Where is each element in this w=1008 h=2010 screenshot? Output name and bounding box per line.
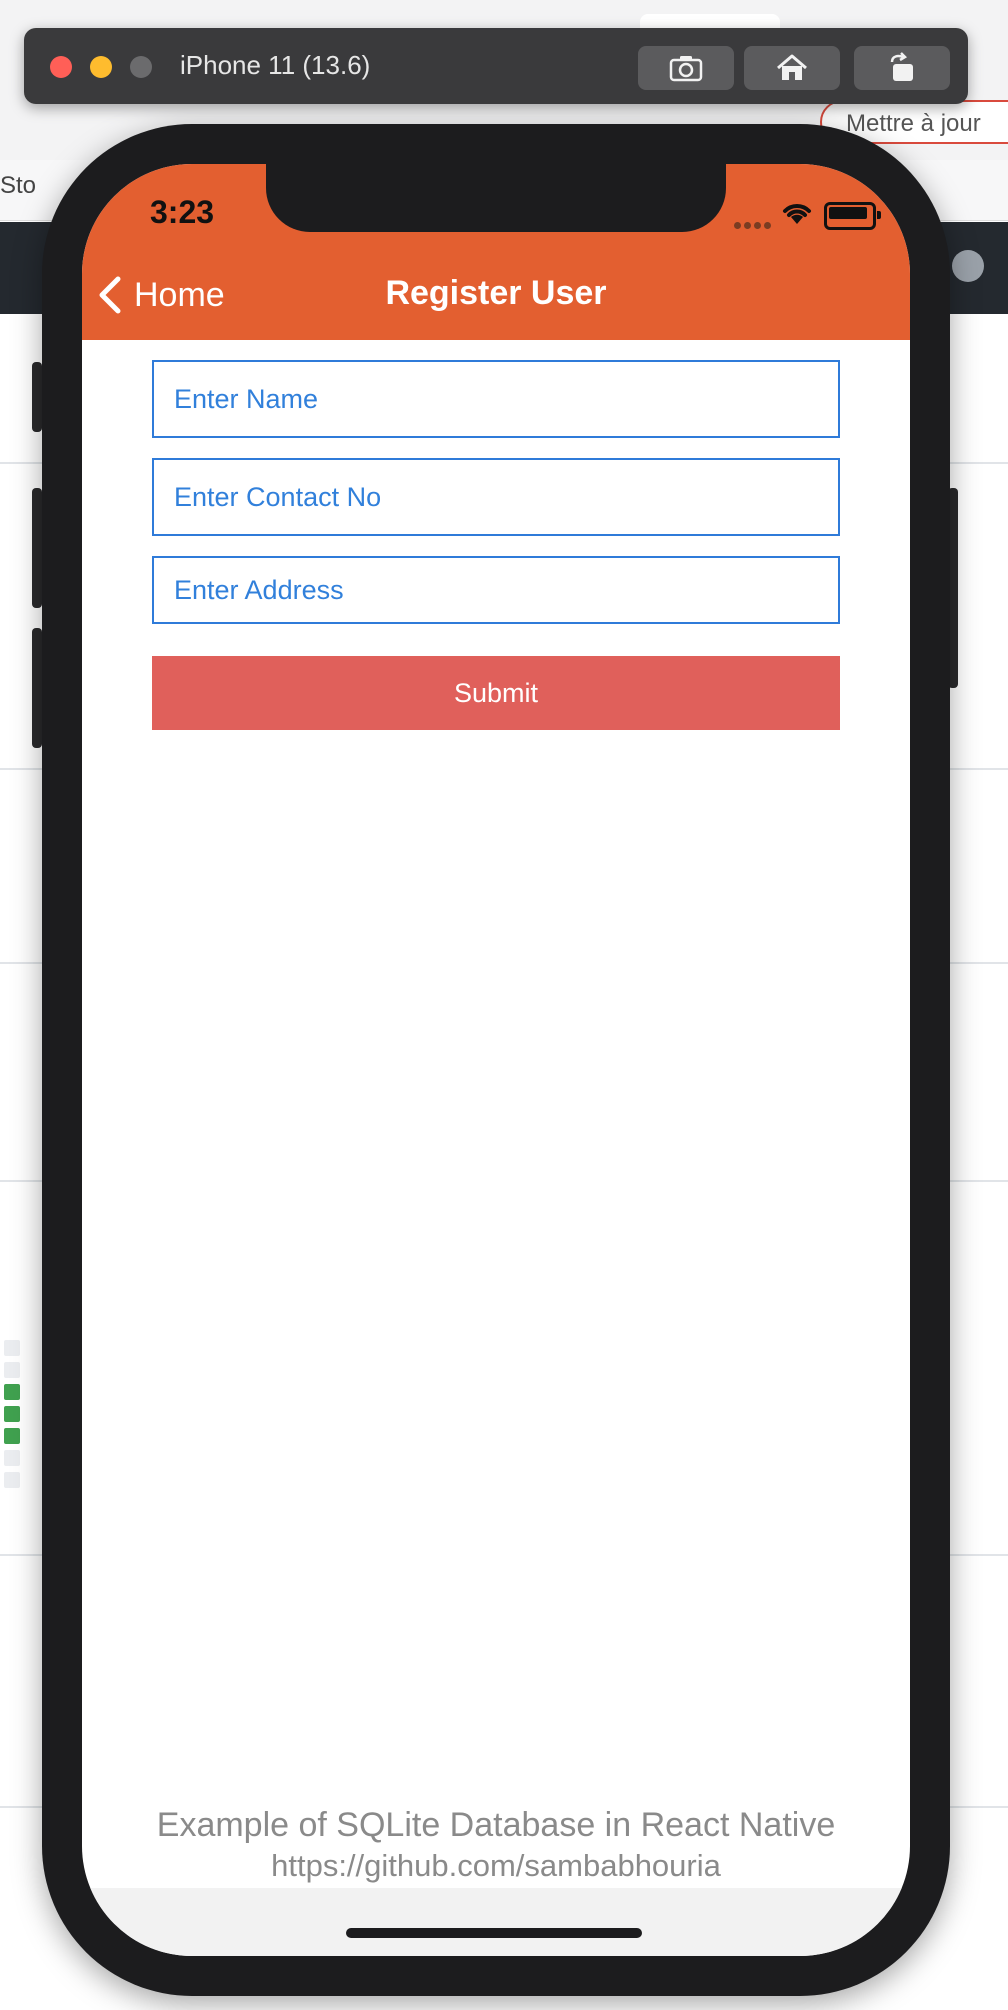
device-volume-down [32, 628, 42, 748]
status-time: 3:23 [150, 194, 215, 230]
page-title: Register User [385, 274, 607, 312]
submit-button[interactable]: Submit [152, 656, 840, 730]
home-icon [777, 54, 807, 80]
device-volume-up [32, 488, 42, 608]
rotate-button[interactable] [854, 46, 950, 90]
zoom-window-button[interactable] [130, 56, 152, 78]
name-input[interactable] [152, 360, 840, 438]
avatar[interactable] [952, 250, 984, 282]
address-input[interactable] [152, 556, 840, 624]
app-screen: 3:23 Home Register User Submit Example o… [82, 164, 910, 1956]
contribution-grid [4, 1340, 20, 1494]
minimize-window-button[interactable] [90, 56, 112, 78]
home-button[interactable] [744, 46, 840, 90]
screenshot-button[interactable] [638, 46, 734, 90]
simulator-title: iPhone 11 (13.6) [180, 50, 371, 80]
cellular-signal-icon [734, 216, 774, 229]
device-mute-switch [32, 362, 42, 432]
home-indicator-area [82, 1888, 910, 1956]
rotate-icon [890, 52, 913, 81]
footer-url: https://github.com/sambabhouria [271, 1848, 721, 1883]
screenshot-icon [669, 56, 703, 82]
device-notch [266, 164, 726, 232]
close-window-button[interactable] [50, 56, 72, 78]
wifi-icon [783, 204, 811, 224]
footer-title: Example of SQLite Database in React Nati… [156, 1806, 836, 1844]
contact-number-input[interactable] [152, 458, 840, 536]
home-indicator[interactable] [346, 1928, 642, 1938]
battery-icon [824, 202, 881, 230]
bookmark-item[interactable]: Sto [0, 172, 36, 200]
